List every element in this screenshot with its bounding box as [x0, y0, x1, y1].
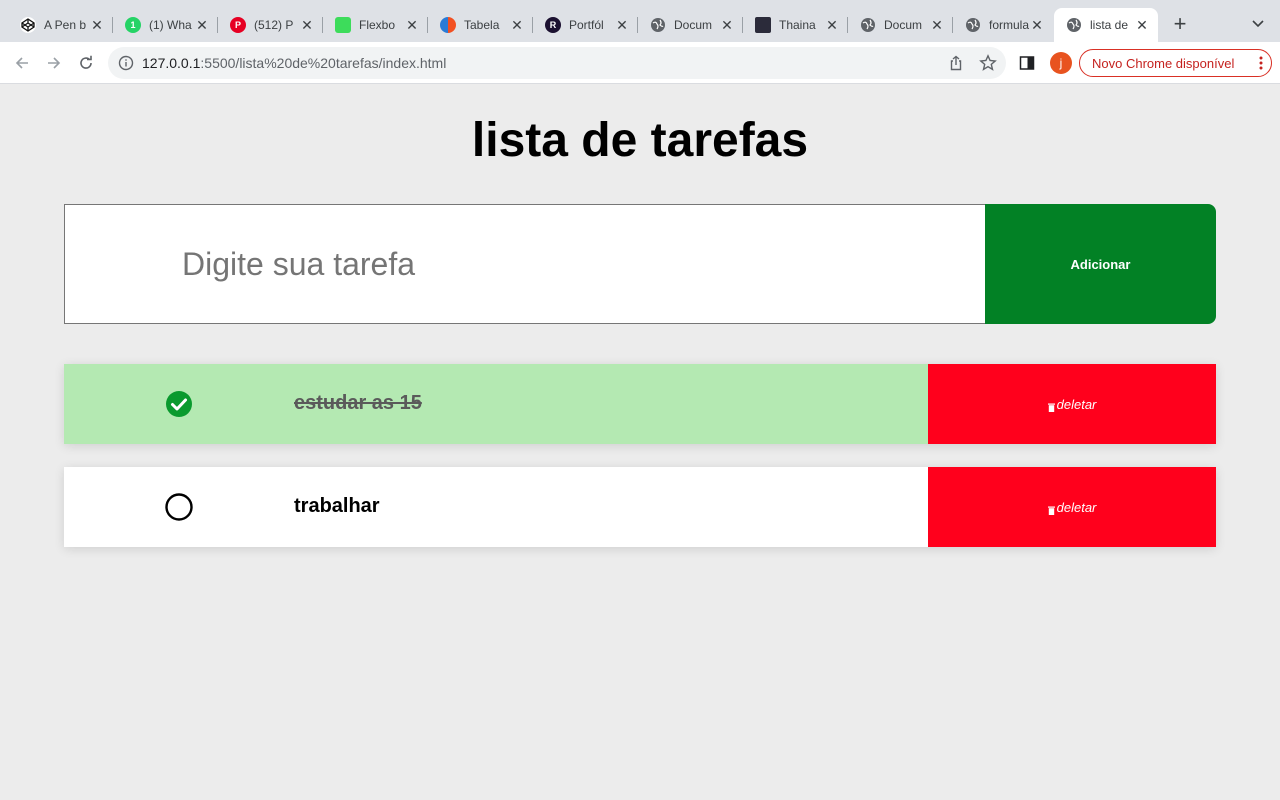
close-tab-icon[interactable]: ✕ [509, 17, 525, 33]
globe-icon [650, 17, 666, 33]
delete-button[interactable]: deletar [928, 467, 1216, 547]
trash-icon [1047, 503, 1055, 515]
close-tab-icon[interactable]: ✕ [1134, 17, 1150, 33]
close-tab-icon[interactable]: ✕ [719, 17, 735, 33]
browser-toolbar: 127.0.0.1:5500/lista%20de%20tarefas/inde… [0, 42, 1280, 84]
browser-tab[interactable]: Docum ✕ [848, 8, 953, 42]
globe-icon [965, 17, 981, 33]
globe-icon [860, 17, 876, 33]
browser-tab[interactable]: Thaina ✕ [743, 8, 848, 42]
url-path: :5500/lista%20de%20tarefas/index.html [200, 55, 447, 71]
task-item: estudar as 15 deletar [64, 364, 1216, 444]
tab-title: Docum [884, 18, 923, 32]
forward-arrow-icon[interactable] [42, 51, 66, 75]
tab-title: Docum [674, 18, 713, 32]
site-info-icon[interactable] [118, 55, 134, 71]
codepen-icon [20, 17, 36, 33]
new-tab-plus-icon[interactable]: + [1168, 11, 1192, 36]
browser-tab[interactable]: Tabela ✕ [428, 8, 533, 42]
task-input[interactable] [64, 204, 986, 324]
add-task-button[interactable]: Adicionar [985, 204, 1216, 324]
page-content: lista de tarefas Adicionar estudar as 15… [0, 85, 1280, 800]
tab-title: formula [989, 18, 1029, 32]
close-tab-icon[interactable]: ✕ [929, 17, 945, 33]
browser-tab[interactable]: 1 (1) Wha ✕ [113, 8, 218, 42]
tab-search-chevron-icon[interactable] [1248, 14, 1268, 34]
browser-tab[interactable]: R Portfól ✕ [533, 8, 638, 42]
delete-label: deletar [1056, 499, 1097, 515]
circle-unchecked-icon[interactable] [165, 493, 193, 521]
whatsapp-icon: 1 [125, 17, 141, 33]
task-item: trabalhar deletar [64, 467, 1216, 547]
more-vertical-icon[interactable] [1259, 56, 1263, 70]
tab-title: Tabela [464, 18, 500, 32]
update-label: Novo Chrome disponível [1092, 55, 1235, 71]
reload-icon[interactable] [74, 51, 98, 75]
globe-icon [1066, 17, 1082, 33]
page-title: lista de tarefas [471, 114, 809, 167]
close-tab-icon[interactable]: ✕ [824, 17, 840, 33]
profile-photo-icon [755, 17, 771, 33]
side-panel-icon[interactable] [1019, 55, 1035, 71]
tab-title: lista de [1090, 18, 1129, 32]
delete-button[interactable]: deletar [928, 364, 1216, 444]
url-host: 127.0.0.1 [142, 55, 201, 71]
browser-tab[interactable]: formula ✕ [953, 8, 1053, 42]
tab-title: A Pen b [44, 18, 87, 32]
tab-title: Thaina [779, 18, 816, 32]
close-tab-icon[interactable]: ✕ [1029, 17, 1045, 33]
close-tab-icon[interactable]: ✕ [299, 17, 315, 33]
browser-tab-active[interactable]: lista de ✕ [1054, 8, 1158, 42]
browser-tab[interactable]: P (512) P ✕ [218, 8, 323, 42]
close-tab-icon[interactable]: ✕ [404, 17, 420, 33]
browser-tab[interactable]: A Pen b ✕ [8, 8, 113, 42]
share-icon[interactable] [948, 55, 964, 71]
check-circle-filled-icon[interactable] [165, 390, 193, 418]
browser-tab[interactable]: Flexbo ✕ [323, 8, 428, 42]
bookmark-star-icon[interactable] [979, 54, 997, 72]
tab-title: (1) Wha [149, 18, 192, 32]
browser-tab[interactable]: Docum ✕ [638, 8, 743, 42]
close-tab-icon[interactable]: ✕ [614, 17, 630, 33]
tabela-icon [440, 17, 456, 33]
task-text: trabalhar [294, 495, 380, 517]
tab-title: Portfól [569, 18, 604, 32]
trash-icon [1047, 400, 1055, 412]
pinterest-icon: P [230, 17, 246, 33]
browser-tab-strip: A Pen b ✕ 1 (1) Wha ✕ P (512) P ✕ Flexbo… [0, 0, 1280, 42]
back-arrow-icon[interactable] [10, 51, 34, 75]
tab-title: (512) P [254, 18, 294, 32]
url-text[interactable]: 127.0.0.1:5500/lista%20de%20tarefas/inde… [142, 55, 446, 71]
flexbox-froggy-icon [335, 17, 351, 33]
delete-label: deletar [1056, 396, 1097, 412]
close-tab-icon[interactable]: ✕ [194, 17, 210, 33]
task-text: estudar as 15 [294, 392, 422, 414]
close-tab-icon[interactable]: ✕ [89, 17, 105, 33]
profile-avatar[interactable]: j [1050, 52, 1072, 74]
chrome-update-button[interactable]: Novo Chrome disponível [1079, 49, 1272, 77]
portfolio-icon: R [545, 17, 561, 33]
address-bar[interactable]: 127.0.0.1:5500/lista%20de%20tarefas/inde… [108, 47, 1006, 79]
tab-title: Flexbo [359, 18, 396, 32]
